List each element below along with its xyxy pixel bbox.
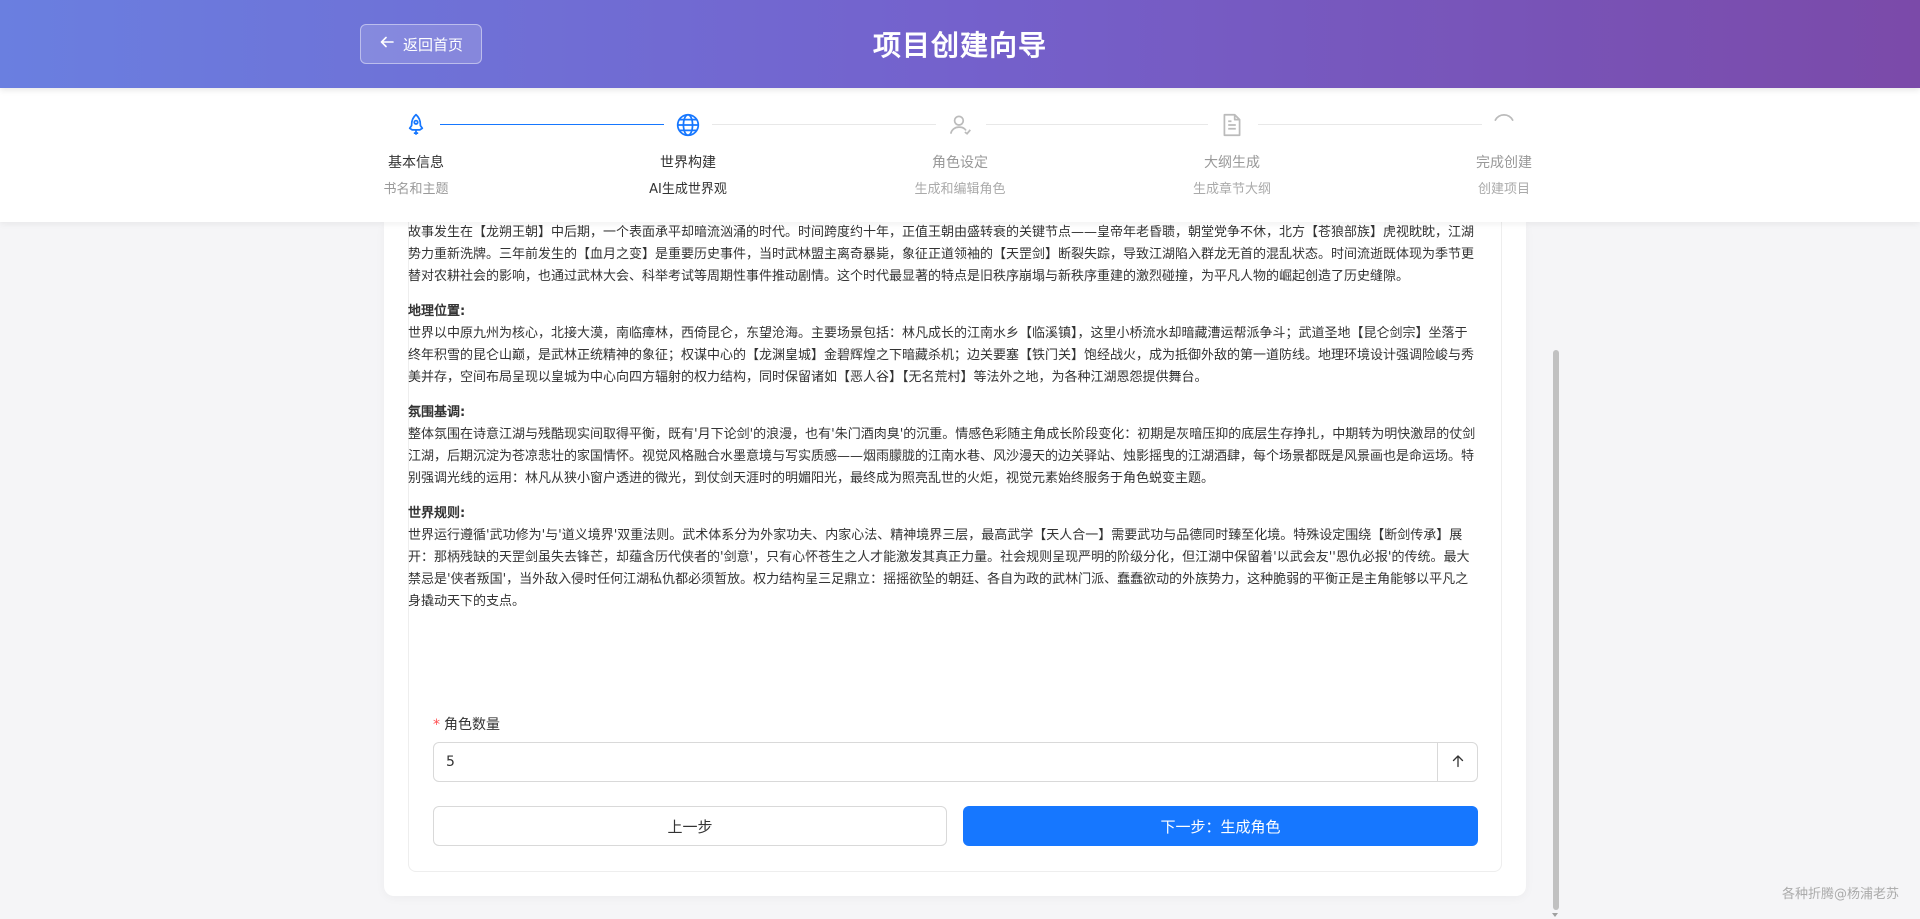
step-title: 基本信息 bbox=[388, 155, 444, 171]
next-step-button[interactable]: 下一步：生成角色 bbox=[963, 806, 1478, 846]
watermark: 各种折腾@杨浦老苏 bbox=[1781, 887, 1899, 902]
section-title: 氛围基调: bbox=[408, 405, 466, 420]
arrow-left-icon bbox=[379, 34, 395, 54]
increment-button[interactable] bbox=[1437, 743, 1477, 781]
step-desc: AI生成世界观 bbox=[649, 182, 727, 197]
character-count-label-text: 角色数量 bbox=[444, 717, 500, 733]
step-outline[interactable]: 大纲生成 生成章节大纲 bbox=[1142, 110, 1322, 197]
scrollbar[interactable] bbox=[1550, 222, 1560, 919]
page-title: 项目创建向导 bbox=[872, 29, 1047, 62]
back-home-label: 返回首页 bbox=[402, 35, 463, 54]
step-desc: 创建项目 bbox=[1477, 182, 1530, 197]
user-icon bbox=[945, 110, 975, 140]
arrow-up-icon bbox=[1451, 753, 1465, 772]
step-basic-info[interactable]: 基本信息 书名和主题 bbox=[326, 110, 506, 197]
step-world-building[interactable]: 世界构建 AI生成世界观 bbox=[598, 110, 778, 197]
step-desc: 生成和编辑角色 bbox=[914, 182, 1006, 197]
back-home-button[interactable]: 返回首页 bbox=[360, 24, 482, 64]
step-desc: 生成章节大纲 bbox=[1192, 182, 1271, 197]
section-title: 世界规则: bbox=[408, 506, 466, 521]
header-bar: 返回首页 项目创建向导 bbox=[0, 0, 1920, 88]
step-characters[interactable]: 角色设定 生成和编辑角色 bbox=[870, 110, 1050, 197]
world-geo-text: 世界以中原九州为核心，北接大漠，南临瘴林，西倚昆仑，东望沧海。主要场景包括：林凡… bbox=[408, 326, 1475, 385]
step-desc: 书名和主题 bbox=[383, 182, 449, 197]
scroll-down-arrow-icon[interactable] bbox=[1552, 913, 1558, 917]
world-rules-section: 世界规则: 世界运行遵循'武功修为'与'道义境界'双重法则。武术体系分为外家功夫… bbox=[408, 503, 1480, 613]
world-mood-text: 整体氛围在诗意江湖与残酷现实间取得平衡，既有'月下论剑'的浪漫，也有'朱门酒肉臭… bbox=[408, 427, 1476, 486]
step-title: 角色设定 bbox=[932, 155, 988, 171]
required-mark: * bbox=[433, 717, 440, 733]
file-icon bbox=[1217, 110, 1247, 140]
world-setting-text: 故事发生在【龙朔王朝】中后期，一个表面承平却暗流汹涌的时代。时间跨度约十年，正值… bbox=[408, 222, 1480, 626]
character-count-label: * 角色数量 bbox=[433, 714, 500, 734]
globe-icon bbox=[673, 110, 703, 140]
loading-icon bbox=[1489, 110, 1519, 140]
step-title: 完成创建 bbox=[1476, 155, 1532, 171]
world-geo-section: 地理位置: 世界以中原九州为核心，北接大漠，南临瘴林，西倚昆仑，东望沧海。主要场… bbox=[408, 301, 1480, 389]
prev-step-button[interactable]: 上一步 bbox=[433, 806, 947, 846]
step-title: 大纲生成 bbox=[1204, 155, 1260, 171]
steps-bar: 基本信息 书名和主题 世界构建 AI生成世界观 角色设定 生成和编辑角色 大纲生… bbox=[0, 88, 1920, 222]
rocket-icon bbox=[401, 110, 431, 140]
world-time-text: 故事发生在【龙朔王朝】中后期，一个表面承平却暗流汹涌的时代。时间跨度约十年，正值… bbox=[408, 225, 1475, 284]
step-title: 世界构建 bbox=[660, 155, 716, 171]
section-title: 地理位置: bbox=[408, 304, 466, 319]
world-mood-section: 氛围基调: 整体氛围在诗意江湖与残酷现实间取得平衡，既有'月下论剑'的浪漫，也有… bbox=[408, 402, 1480, 490]
world-time-section: 故事发生在【龙朔王朝】中后期，一个表面承平却暗流汹涌的时代。时间跨度约十年，正值… bbox=[408, 222, 1480, 288]
scrollbar-thumb[interactable] bbox=[1553, 350, 1559, 910]
step-finish[interactable]: 完成创建 创建项目 bbox=[1414, 110, 1594, 197]
world-rules-text: 世界运行遵循'武功修为'与'道义境界'双重法则。武术体系分为外家功夫、内家心法、… bbox=[408, 528, 1470, 609]
character-count-value[interactable]: 5 bbox=[434, 754, 1437, 770]
character-count-input[interactable]: 5 bbox=[433, 742, 1478, 782]
